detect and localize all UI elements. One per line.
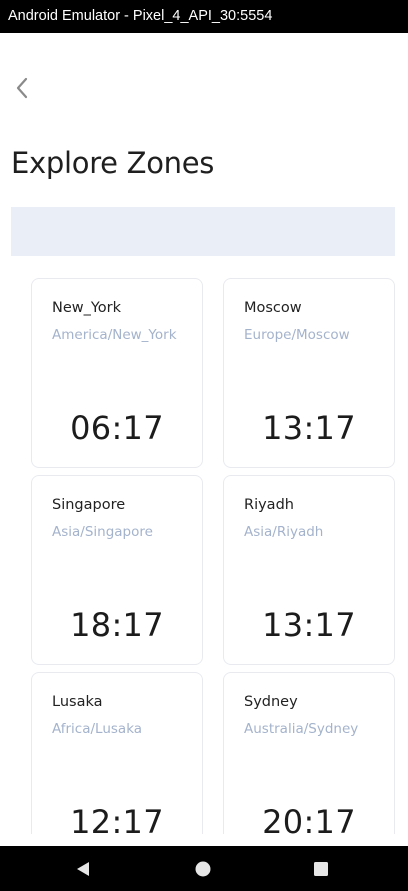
zone-name: Sydney (244, 694, 298, 710)
zone-timezone: Europe/Moscow (244, 327, 350, 343)
zone-name: Riyadh (244, 497, 294, 513)
window-title: Android Emulator - Pixel_4_API_30:5554 (8, 8, 273, 24)
window-title-bar: Android Emulator - Pixel_4_API_30:5554 (0, 0, 408, 33)
chevron-left-icon (16, 77, 28, 99)
zone-time: 13:17 (262, 409, 356, 447)
zone-timezone: Asia/Riyadh (244, 524, 324, 540)
zone-timezone: Australia/Sydney (244, 721, 359, 737)
nav-home-button[interactable] (194, 860, 214, 878)
zone-name: New_York (52, 300, 122, 316)
zone-card-new-york[interactable]: New_York America/New_York 06:17 (31, 278, 203, 468)
zone-card-singapore[interactable]: Singapore Asia/Singapore 18:17 (31, 475, 203, 665)
nav-recents-button[interactable] (312, 860, 332, 878)
system-nav-bar (0, 846, 408, 891)
zone-timezone: Africa/Lusaka (52, 721, 143, 737)
zone-time: 13:17 (262, 606, 356, 644)
circle-home-icon (195, 861, 211, 877)
zone-time: 18:17 (70, 606, 164, 644)
zone-name: Moscow (244, 300, 302, 316)
zone-card-riyadh[interactable]: Riyadh Asia/Riyadh 13:17 (223, 475, 395, 665)
triangle-back-icon (77, 862, 89, 876)
zone-name: Singapore (52, 497, 126, 513)
zone-card-lusaka[interactable]: Lusaka Africa/Lusaka 12:17 (31, 672, 203, 834)
search-input[interactable] (11, 207, 395, 256)
emulator-frame: Android Emulator - Pixel_4_API_30:5554 E… (0, 0, 408, 891)
zone-timezone: America/New_York (52, 327, 177, 343)
zone-card-moscow[interactable]: Moscow Europe/Moscow 13:17 (223, 278, 395, 468)
zone-name: Lusaka (52, 694, 103, 710)
page-title: Explore Zones (11, 146, 215, 180)
zone-grid: New_York America/New_York 06:17 Moscow E… (31, 278, 395, 834)
zone-time: 20:17 (262, 803, 356, 834)
zone-time: 12:17 (70, 803, 164, 834)
square-recents-icon (314, 862, 328, 876)
back-button[interactable] (8, 72, 36, 104)
nav-back-button[interactable] (74, 860, 94, 878)
zone-list[interactable]: New_York America/New_York 06:17 Moscow E… (0, 256, 408, 834)
zone-time: 06:17 (70, 409, 164, 447)
zone-timezone: Asia/Singapore (52, 524, 153, 540)
zone-card-sydney[interactable]: Sydney Australia/Sydney 20:17 (223, 672, 395, 834)
